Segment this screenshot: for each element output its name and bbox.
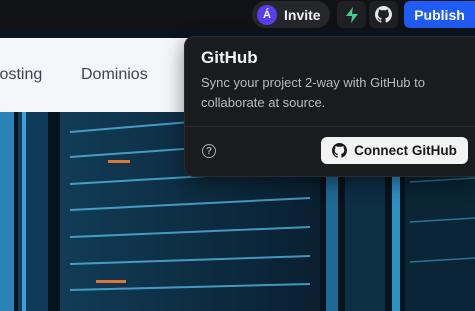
nav-item-dominios[interactable]: Dominios xyxy=(81,66,148,84)
connect-github-label: Connect GitHub xyxy=(354,143,457,158)
github-popover: GitHub Sync your project 2-way with GitH… xyxy=(184,36,475,177)
popover-title: GitHub xyxy=(201,48,258,67)
github-button[interactable] xyxy=(369,1,398,28)
supabase-icon xyxy=(345,6,358,23)
avatar: Á xyxy=(257,4,277,25)
publish-button[interactable]: Publish xyxy=(404,1,475,28)
divider xyxy=(185,126,475,127)
github-icon xyxy=(332,143,348,158)
top-toolbar: Á Invite Publish xyxy=(0,0,475,30)
github-icon xyxy=(375,6,392,23)
invite-label: Invite xyxy=(284,6,321,23)
supabase-button[interactable] xyxy=(337,1,366,28)
connect-github-button[interactable]: Connect GitHub xyxy=(321,137,468,164)
help-icon[interactable]: ? xyxy=(202,144,216,158)
invite-button[interactable]: Á Invite xyxy=(252,1,330,28)
popover-description: Sync your project 2-way with GitHub to c… xyxy=(201,75,425,110)
nav-item-hosting[interactable]: Hosting xyxy=(0,66,42,84)
